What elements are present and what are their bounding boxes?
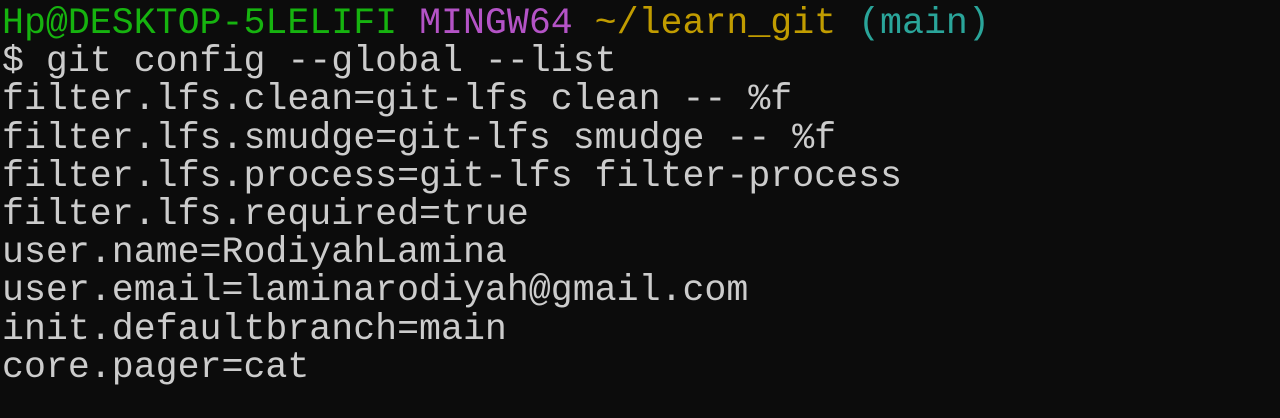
output-line: core.pager=cat <box>2 346 310 388</box>
prompt-line: Hp@DESKTOP-5LELIFI MINGW64 ~/learn_git (… <box>2 3 1280 44</box>
prompt-path: ~/learn_git <box>594 3 837 44</box>
output-line: filter.lfs.clean=git-lfs clean -- %f <box>2 79 793 121</box>
prompt-branch: (main) <box>858 3 990 44</box>
command-line: $ git config --global --list <box>2 41 617 83</box>
output-line: filter.lfs.required=true <box>2 193 529 235</box>
output-line: user.name=RodiyahLamina <box>2 232 507 274</box>
prompt-user-host: Hp@DESKTOP-5LELIFI <box>2 3 398 44</box>
output-line: filter.lfs.process=git-lfs filter-proces… <box>2 155 902 197</box>
output-line: filter.lfs.smudge=git-lfs smudge -- %f <box>2 117 837 159</box>
output-line: user.email=laminarodiyah@gmail.com <box>2 270 749 312</box>
terminal-window[interactable]: Hp@DESKTOP-5LELIFI MINGW64 ~/learn_git (… <box>0 0 1280 387</box>
prompt-system: MINGW64 <box>419 3 573 44</box>
output-line: init.defaultbranch=main <box>2 308 507 350</box>
